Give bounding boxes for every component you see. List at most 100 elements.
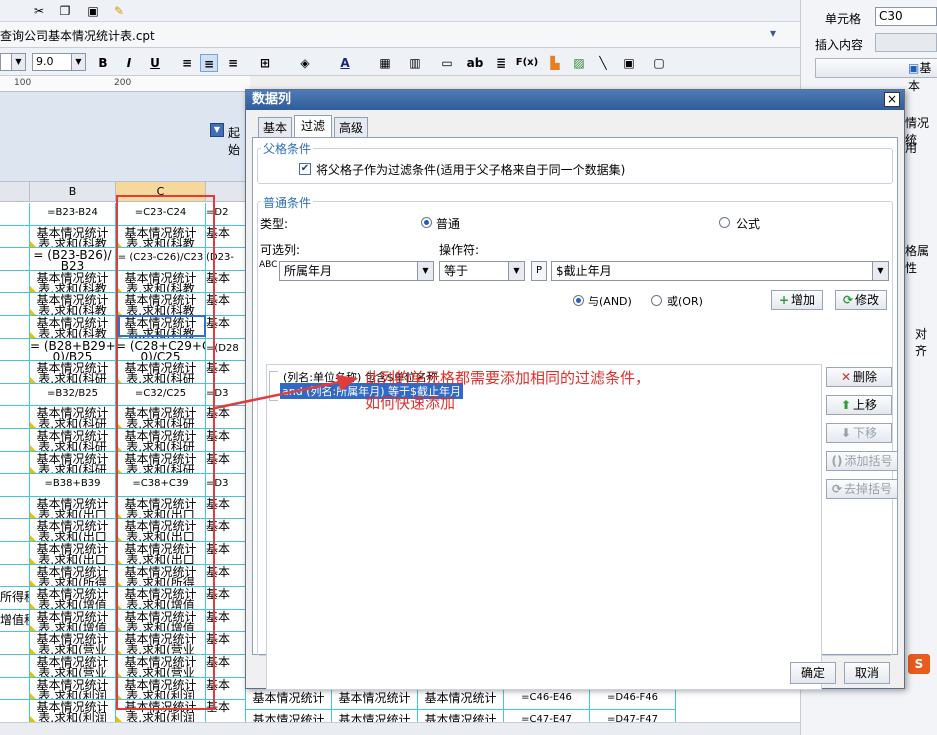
border-icon[interactable]: ⊞: [256, 54, 274, 72]
cell-b[interactable]: 基本情况统计 表.求和(出口: [30, 496, 116, 520]
copy-icon[interactable]: ❐: [56, 2, 74, 20]
cell-b[interactable]: 基本情况统计 表.求和(增值: [30, 609, 116, 633]
underline-button[interactable]: U: [146, 54, 164, 72]
split-cells-icon[interactable]: ▥: [406, 54, 424, 72]
cell-bottom[interactable]: =D46-F46: [590, 687, 676, 711]
add-parenthesis-button[interactable]: () 添加括号: [826, 451, 898, 471]
cell-b[interactable]: 基本情况统计 表.求和(科教: [30, 316, 116, 339]
cell-a[interactable]: 所得税: [0, 587, 30, 610]
formula-button[interactable]: F(x): [514, 54, 540, 72]
image-icon[interactable]: ▨: [570, 54, 588, 72]
param-dropdown-icon[interactable]: ▼: [210, 123, 224, 137]
cancel-button[interactable]: 取消: [844, 662, 890, 684]
cell-address-input[interactable]: C30: [875, 7, 937, 26]
cell-b[interactable]: 基本情况统计 表.求和(科研: [30, 451, 116, 475]
cell-a[interactable]: [0, 429, 30, 452]
widget-icon[interactable]: ▣: [620, 54, 638, 72]
bold-button[interactable]: B: [94, 54, 112, 72]
cell-b[interactable]: 基本情况统计 表.求和(所得: [30, 564, 116, 588]
and-radio[interactable]: [573, 295, 584, 306]
more-icon[interactable]: ▢: [650, 54, 668, 72]
cell-b[interactable]: 基本情况统计 表.求和(利润: [30, 677, 116, 701]
column-header-a[interactable]: [0, 182, 30, 202]
font-color-icon[interactable]: A: [336, 54, 354, 72]
cell-a[interactable]: [0, 677, 30, 701]
cell-b[interactable]: 基本情况统计 表.求和(科研: [30, 406, 116, 429]
paragraph-icon[interactable]: ≣: [492, 54, 510, 72]
type-formula-radio[interactable]: [719, 217, 730, 228]
cell-bottom[interactable]: 基本情况统计: [418, 687, 504, 711]
format-painter-icon[interactable]: ✎: [110, 2, 128, 20]
cell-a[interactable]: [0, 474, 30, 497]
cell-a[interactable]: [0, 383, 30, 407]
insert-content-combo[interactable]: [875, 33, 937, 52]
cell-a[interactable]: [0, 293, 30, 316]
modify-button[interactable]: ⟳ 修改: [835, 290, 887, 310]
cell-a[interactable]: [0, 451, 30, 475]
cell-a[interactable]: [0, 316, 30, 339]
remove-parenthesis-button[interactable]: ⟳ 去掉括号: [826, 479, 898, 499]
cell-bottom[interactable]: 基本情况统计: [418, 710, 504, 722]
cell-b[interactable]: = (B28+B29+B3 0)/B25: [30, 338, 116, 362]
cell-b[interactable]: 基本情况统计 表.求和(增值: [30, 587, 116, 610]
cell-b[interactable]: 基本情况统计 表.求和(科教: [30, 225, 116, 249]
column-header-b[interactable]: B: [30, 182, 116, 202]
tab-menu-icon[interactable]: ▾: [770, 26, 776, 40]
operator-select[interactable]: 等于 ▼: [439, 261, 525, 281]
insert-row-icon[interactable]: ▭: [438, 54, 456, 72]
horizontal-scrollbar[interactable]: [0, 722, 800, 735]
column-select[interactable]: 所属年月 ▼: [279, 261, 434, 281]
cell-a[interactable]: [0, 270, 30, 294]
tab-advanced[interactable]: 高级: [334, 117, 368, 138]
merge-cells-icon[interactable]: ▦: [376, 54, 394, 72]
cell-a[interactable]: [0, 406, 30, 429]
cell-bottom[interactable]: =D47-F47: [590, 710, 676, 722]
or-radio[interactable]: [651, 295, 662, 306]
italic-button[interactable]: I: [120, 54, 138, 72]
move-down-button[interactable]: ⬇ 下移: [826, 423, 892, 443]
cell-b[interactable]: 基本情况统计 表.求和(营业: [30, 632, 116, 655]
cell-b[interactable]: 基本情况统计 表.求和(出口: [30, 519, 116, 542]
cell-a[interactable]: 增值税: [0, 609, 30, 633]
cell-a[interactable]: [0, 203, 30, 226]
slash-icon[interactable]: ╲: [594, 54, 612, 72]
align-center-icon[interactable]: ≡: [200, 54, 218, 72]
cell-a[interactable]: [0, 496, 30, 520]
cell-b[interactable]: =B23-B24: [30, 203, 116, 226]
delete-button[interactable]: ✕ 删除: [826, 367, 892, 387]
align-right-icon[interactable]: ≡: [224, 54, 242, 72]
cell-a[interactable]: [0, 542, 30, 565]
cell-a[interactable]: [0, 632, 30, 655]
cell-b[interactable]: =B32/B25: [30, 383, 116, 407]
cut-icon[interactable]: ✂: [30, 2, 48, 20]
cell-b[interactable]: 基本情况统计 表.求和(营业: [30, 655, 116, 678]
cell-bottom[interactable]: 基本情况统计: [246, 687, 332, 711]
cell-b[interactable]: 基本情况统计 表.求和(科研: [30, 361, 116, 384]
cell-b[interactable]: 基本情况统计 表.求和(科研: [30, 429, 116, 452]
cell-a[interactable]: [0, 225, 30, 249]
paste-icon[interactable]: ▣: [84, 2, 102, 20]
font-size-combo[interactable]: 9.0 ▼: [32, 53, 86, 71]
value-select[interactable]: $截止年月 ▼: [551, 261, 889, 281]
cell-a[interactable]: [0, 700, 30, 722]
tab-basic[interactable]: 基本: [258, 117, 292, 138]
cell-b[interactable]: 基本情况统计 表.求和(利润: [30, 700, 116, 722]
cell-b[interactable]: =B38+B39: [30, 474, 116, 497]
type-normal-radio[interactable]: [421, 217, 432, 228]
cell-a[interactable]: [0, 519, 30, 542]
cell-b[interactable]: 基本情况统计 表.求和(科教: [30, 293, 116, 316]
ime-s-icon[interactable]: S: [908, 654, 930, 674]
move-up-button[interactable]: ⬆ 上移: [826, 395, 892, 415]
cell-bottom[interactable]: =C47-E47: [504, 710, 590, 722]
file-tab[interactable]: 查询公司基本情况统计表.cpt: [0, 27, 155, 44]
ok-button[interactable]: 确定: [790, 662, 836, 684]
cell-bottom[interactable]: 基本情况统计: [246, 710, 332, 722]
cell-b[interactable]: = (B23-B26)/ B23: [30, 248, 116, 271]
cell-a[interactable]: [0, 248, 30, 271]
font-combo[interactable]: ▼: [0, 53, 26, 71]
tab-filter[interactable]: 过滤: [294, 115, 332, 137]
align-left-icon[interactable]: ≡: [178, 54, 196, 72]
text-button[interactable]: ab: [464, 54, 486, 72]
cell-bottom[interactable]: =C46-E46: [504, 687, 590, 711]
basic-button[interactable]: ▣基本: [815, 58, 937, 93]
